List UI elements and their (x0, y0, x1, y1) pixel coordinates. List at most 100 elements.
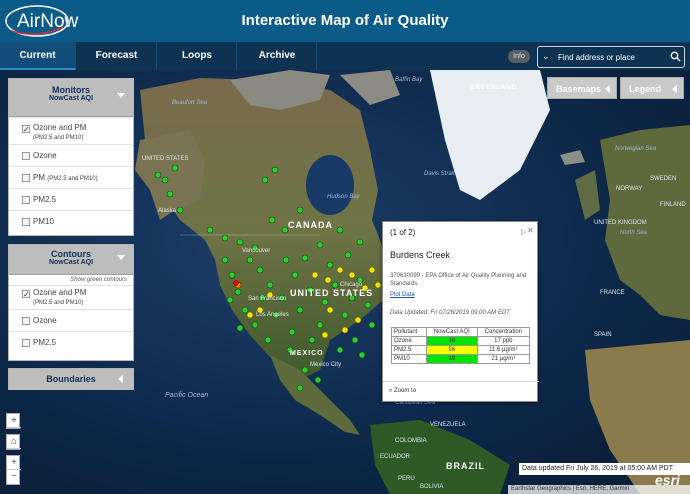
main-nav: Current Forecast Loops Archive Info ⌄ (0, 42, 690, 70)
label-pacific-ocean: Pacific Ocean (165, 392, 209, 399)
contours-panel-subtitle: NowCast AQI (48, 259, 94, 266)
label-north-sea: North Sea (620, 230, 648, 236)
checkbox-checked-icon[interactable]: ✓ (22, 290, 30, 299)
label-mexico: MEXICO (290, 350, 324, 357)
label-san-francisco: San Francisco (248, 296, 287, 302)
map-attribution: Earthstar Geographics | Esri, HERE, Garm… (508, 485, 690, 494)
monitors-option-pm[interactable]: PM (PM2.5 and PM10) (9, 166, 133, 188)
popup-site-name: Burdens Creek (390, 250, 451, 260)
checkbox-icon[interactable] (22, 317, 30, 325)
popup-count: (1 of 2) (390, 228, 416, 237)
monitors-option-pm25[interactable]: PM2.5 (9, 188, 133, 210)
search-icon[interactable] (670, 51, 681, 62)
page-title: Interactive Map of Air Quality (241, 12, 449, 29)
site-popup: (1 of 2) ▷ ✕ Burdens Creek 370630099 - E… (382, 221, 539, 402)
popup-divider (383, 381, 539, 382)
label-brazil: BRAZIL (446, 461, 485, 471)
label-los-angeles: Los Angeles (256, 312, 289, 318)
basemaps-button[interactable]: Basemaps (547, 77, 617, 99)
expand-triangle-icon[interactable] (118, 375, 123, 383)
label-vancouver: Vancouver (242, 248, 271, 254)
label-alaska: Alaska (158, 208, 177, 214)
label-france: FRANCE (600, 290, 625, 296)
tab-forecast[interactable]: Forecast (77, 42, 157, 70)
expand-triangle-icon (672, 85, 677, 93)
label-mexico-city: Mexico City (310, 362, 342, 368)
table-row: PM2.5 56 11.6 µg/m³ (390, 345, 531, 355)
collapse-triangle-icon[interactable] (117, 255, 125, 260)
popup-agency: 370630099 - EPA Office of Air Quality Pl… (390, 273, 527, 287)
contours-option-pm25[interactable]: PM2.5 (9, 331, 133, 353)
monitors-panel-title: Monitors (52, 85, 90, 95)
zoom-in-icon[interactable]: + (7, 456, 21, 470)
label-venezuela: VENEZUELA (430, 422, 466, 428)
search-box: ⌄ (537, 46, 685, 68)
label-spain: SPAIN (594, 332, 612, 338)
checkbox-icon[interactable] (22, 152, 30, 160)
contours-option-ozone-pm[interactable]: ✓ Ozone and PM (PM2.5 and PM10) (9, 285, 133, 309)
zoom-out-icon[interactable]: − (7, 470, 21, 484)
label-canada: CANADA (288, 220, 333, 230)
collapse-triangle-icon[interactable] (117, 93, 125, 98)
monitors-option-ozone-pm[interactable]: ✓ Ozone and PM (PM2.5 and PM10) (9, 117, 133, 144)
monitors-panel-header[interactable]: Monitors NowCast AQI (9, 79, 133, 117)
checkbox-icon[interactable] (22, 218, 30, 226)
label-peru: PERU (398, 476, 415, 482)
monitors-panel: Monitors NowCast AQI ✓ Ozone and PM (PM2… (8, 78, 134, 236)
boundaries-panel-header[interactable]: Boundaries (9, 369, 133, 390)
monitors-option-pm10[interactable]: PM10 (9, 210, 133, 232)
zoom-controls: + − (6, 455, 21, 485)
popup-close-icon[interactable]: ✕ (527, 226, 534, 235)
expand-triangle-icon (605, 85, 610, 93)
label-chicago: Chicago (340, 282, 363, 288)
checkbox-icon[interactable] (22, 339, 30, 347)
boundaries-panel: Boundaries (8, 368, 134, 390)
search-input[interactable] (556, 49, 664, 65)
checkbox-icon[interactable] (22, 174, 30, 182)
label-sweden: SWEDEN (650, 176, 677, 182)
label-greenland: GREENLAND (470, 85, 518, 91)
label-hudson-bay: Hudson Bay (327, 194, 360, 200)
label-norwegian-sea: Norwegian Sea (615, 146, 657, 152)
boundaries-panel-title: Boundaries (46, 374, 96, 384)
tab-loops[interactable]: Loops (158, 42, 237, 70)
locate-control: ⌖ (6, 413, 21, 429)
show-green-contours-link[interactable]: Show green contours (9, 275, 133, 285)
tab-current[interactable]: Current (0, 42, 76, 70)
info-button[interactable]: Info (508, 50, 530, 63)
popup-next-icon[interactable]: ▷ (521, 228, 526, 236)
label-colombia: COLOMBIA (395, 438, 427, 444)
contours-panel-header[interactable]: Contours NowCast AQI (9, 245, 133, 275)
label-davis-strait: Davis Strait (424, 171, 455, 177)
monitors-option-ozone[interactable]: Ozone (9, 144, 133, 166)
contours-option-ozone[interactable]: Ozone (9, 309, 133, 331)
tab-archive[interactable]: Archive (238, 42, 317, 70)
table-row: Ozone 16 17 ppb (390, 336, 531, 346)
contours-panel-title: Contours (51, 249, 91, 259)
popup-updated-time: Data Updated: Fri 07/26/2019 09:00 AM ED… (390, 310, 510, 316)
zoom-to-link[interactable]: ⌕ Zoom to (389, 388, 416, 395)
label-finland: FINLAND (660, 202, 686, 208)
plot-data-link[interactable]: Plot Data (390, 292, 415, 298)
label-uk: UNITED KINGDOM (594, 220, 647, 226)
label-alaska-us: UNITED STATES (142, 156, 189, 162)
label-norway: NORWAY (616, 186, 643, 192)
label-united-states: UNITED STATES (290, 288, 374, 298)
app-header: AirNow Interactive Map of Air Quality (0, 0, 690, 42)
contours-panel: Contours NowCast AQI Show green contours… (8, 244, 134, 361)
checkbox-checked-icon[interactable]: ✓ (22, 125, 30, 134)
aq-table: Pollutant NowCast AQI Concentration Ozon… (390, 327, 531, 364)
monitors-panel-subtitle: NowCast AQI (48, 95, 94, 102)
checkbox-icon[interactable] (22, 196, 30, 204)
label-beaufort-sea: Beaufort Sea (172, 100, 208, 106)
home-icon[interactable]: ⌂ (7, 435, 21, 449)
table-row: PM10 19 21 µg/m³ (390, 354, 531, 364)
locate-icon[interactable]: ⌖ (7, 414, 21, 428)
legend-button[interactable]: Legend (620, 77, 684, 99)
label-baffin-bay: Baffin Bay (395, 77, 423, 83)
search-dropdown-chevron-icon[interactable]: ⌄ (542, 51, 550, 62)
home-control: ⌂ (6, 434, 21, 450)
label-ecuador: ECUADOR (380, 454, 411, 460)
aq-table-header: Pollutant NowCast AQI Concentration (390, 327, 531, 337)
label-bolivia: BOLIVIA (420, 484, 444, 490)
